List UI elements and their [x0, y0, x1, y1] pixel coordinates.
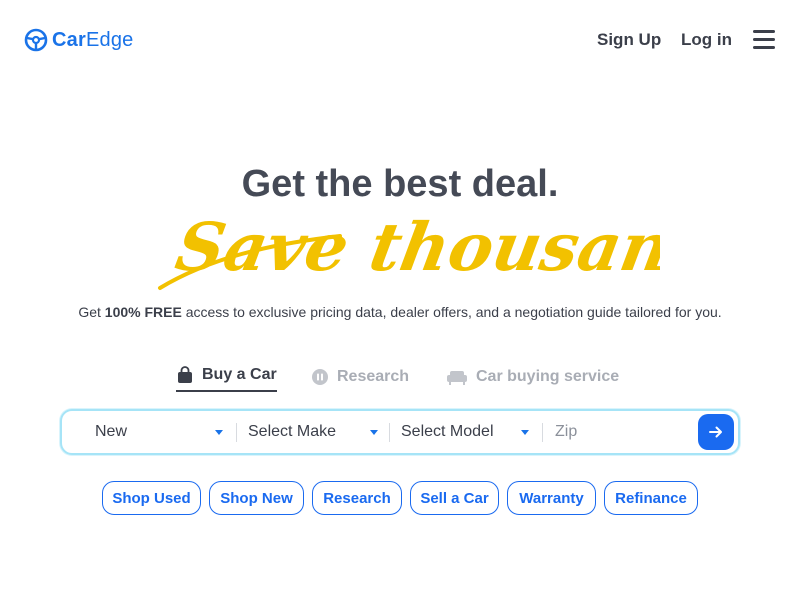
tab-label: Buy a Car	[202, 366, 277, 383]
tab-label: Car buying service	[476, 368, 620, 385]
make-value: Select Make	[248, 423, 337, 440]
make-select[interactable]: Select Make	[248, 411, 378, 453]
sofa-icon	[447, 371, 467, 385]
tab-research[interactable]: Research	[311, 362, 409, 392]
subtitle-post: access to exclusive pricing data, dealer…	[181, 304, 722, 320]
sign-up-link[interactable]: Sign Up	[597, 30, 661, 50]
divider	[542, 423, 543, 442]
divider	[236, 423, 237, 442]
script-text: Save thousands!	[170, 208, 660, 285]
shop-used-button[interactable]: Shop Used	[102, 481, 201, 515]
hamburger-line	[753, 46, 775, 49]
search-tabs: Buy a Car Research Car buying service	[0, 362, 800, 394]
warranty-button[interactable]: Warranty	[507, 481, 596, 515]
quick-links: Shop Used Shop New Research Sell a Car W…	[0, 481, 800, 515]
hero-subtitle: Get 100% FREE access to exclusive pricin…	[0, 302, 800, 322]
shopping-bag-icon	[178, 366, 192, 383]
save-thousands-script: Save thousands!	[150, 186, 788, 296]
logo-text: CarEdge	[52, 28, 133, 52]
condition-select[interactable]: New	[95, 411, 223, 453]
search-submit-button[interactable]	[698, 414, 734, 450]
top-bar: CarEdge Sign Up Log in	[0, 0, 800, 80]
logo-text-car: Car	[52, 29, 86, 51]
model-value: Select Model	[401, 423, 494, 440]
arrow-right-icon	[709, 426, 722, 438]
log-in-link[interactable]: Log in	[681, 30, 732, 50]
chevron-down-icon	[215, 430, 223, 435]
research-icon	[312, 369, 328, 385]
condition-value: New	[95, 423, 128, 440]
shop-new-button[interactable]: Shop New	[209, 481, 304, 515]
hamburger-line	[753, 30, 775, 33]
tab-car-buying-service[interactable]: Car buying service	[446, 362, 619, 392]
hamburger-line	[753, 38, 775, 41]
tab-buy-a-car[interactable]: Buy a Car	[176, 362, 277, 392]
research-button[interactable]: Research	[312, 481, 402, 515]
hamburger-menu-icon[interactable]	[753, 30, 775, 50]
model-select[interactable]: Select Model	[401, 411, 529, 453]
chevron-down-icon	[521, 430, 529, 435]
sell-a-car-button[interactable]: Sell a Car	[410, 481, 499, 515]
divider	[389, 423, 390, 442]
chevron-down-icon	[370, 430, 378, 435]
subtitle-bold: 100% FREE	[104, 304, 182, 320]
steering-wheel-icon	[24, 28, 48, 52]
caredge-logo[interactable]: CarEdge	[24, 28, 133, 52]
car-search-bar: New Select Make Select Model	[60, 409, 740, 455]
zip-input[interactable]	[555, 417, 685, 447]
subtitle-pre: Get	[78, 304, 105, 320]
tab-label: Research	[337, 368, 410, 385]
logo-text-edge: Edge	[85, 29, 134, 51]
refinance-button[interactable]: Refinance	[604, 481, 698, 515]
